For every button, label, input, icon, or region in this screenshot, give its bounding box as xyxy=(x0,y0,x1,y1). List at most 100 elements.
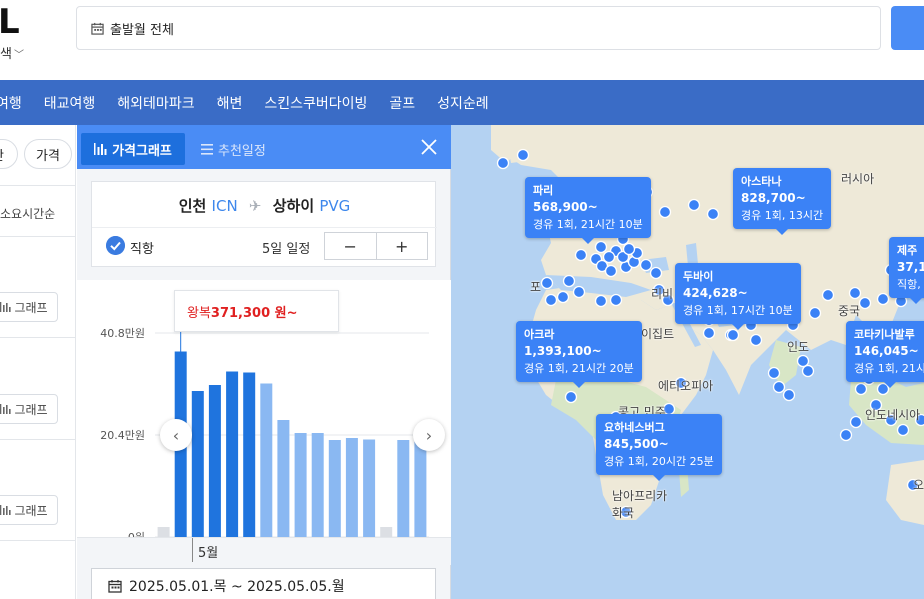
flight-destination-marker[interactable] xyxy=(839,428,853,442)
direct-flight-label[interactable]: 직항 xyxy=(130,238,154,257)
route-card: 인천 ICN ✈ 상하이 PVG 직항 5일 일정 − + xyxy=(91,181,437,267)
flight-destination-marker[interactable] xyxy=(649,266,663,280)
price-bar[interactable] xyxy=(294,433,307,537)
result-graph-button[interactable]: 그래프 xyxy=(0,495,58,525)
flight-destination-marker[interactable] xyxy=(496,156,510,170)
price-bar[interactable] xyxy=(345,438,358,537)
month-axis: 5월 xyxy=(77,537,451,565)
chevron-down-icon: ﹀ xyxy=(13,50,24,61)
map-label-australia: 오 xyxy=(913,478,924,492)
flight-destination-marker[interactable] xyxy=(594,240,608,254)
flight-destination-marker[interactable] xyxy=(821,288,835,302)
flight-destination-marker[interactable] xyxy=(706,207,720,221)
destination-bubble-astana[interactable]: 아스타나 828,700~ 경유 1회, 13시간 xyxy=(733,168,832,235)
flight-destination-marker[interactable] xyxy=(658,205,672,219)
flight-destination-marker[interactable] xyxy=(848,286,862,300)
nav-item-theme-park[interactable]: 해외테마파크 xyxy=(117,93,194,113)
flight-destination-marker[interactable] xyxy=(749,333,763,347)
flight-destination-marker[interactable] xyxy=(876,292,890,306)
flight-destination-marker[interactable] xyxy=(639,258,653,272)
price-bar[interactable] xyxy=(277,420,290,537)
nav-item-pilgrimage[interactable]: 성지순례 xyxy=(437,93,489,113)
result-graph-button[interactable]: 그래프 xyxy=(0,292,58,322)
direct-flight-checkbox[interactable] xyxy=(106,236,125,255)
flight-destination-marker[interactable] xyxy=(896,423,910,437)
destination-bubble-accra[interactable]: 아크라 1,393,100~ 경유 1회, 21시간 20분 xyxy=(516,321,642,388)
days-decrease-button[interactable]: − xyxy=(325,233,377,259)
month-tick xyxy=(192,538,193,562)
flight-destination-marker[interactable] xyxy=(767,366,781,380)
price-bar[interactable] xyxy=(208,385,221,537)
flight-destination-marker[interactable] xyxy=(702,326,716,340)
flight-destination-marker[interactable] xyxy=(556,290,570,304)
map-label-libya: 리비 xyxy=(651,287,674,301)
price-bar[interactable] xyxy=(191,391,204,537)
flight-destination-marker[interactable] xyxy=(516,148,530,162)
flight-destination-marker[interactable] xyxy=(854,382,868,396)
selected-date-range[interactable]: 2025.05.01.목 ~ 2025.05.05.월 xyxy=(91,568,436,599)
logo[interactable]: L xyxy=(0,2,20,42)
flight-destination-marker[interactable] xyxy=(808,306,822,320)
flight-destination-marker[interactable] xyxy=(782,388,796,402)
flight-destination-marker[interactable] xyxy=(858,296,872,310)
flight-destination-marker[interactable] xyxy=(604,264,618,278)
flight-destination-marker[interactable] xyxy=(726,328,740,342)
flight-destination-marker[interactable] xyxy=(609,293,623,307)
close-icon[interactable] xyxy=(419,137,439,157)
destination-bubble-dubai[interactable]: 두바이 424,628~ 경유 1회, 17시간 10분 xyxy=(675,263,801,330)
nav-item-beach[interactable]: 해변 xyxy=(217,93,243,113)
price-bar[interactable] xyxy=(397,440,410,537)
flight-destination-marker[interactable] xyxy=(801,364,815,378)
price-bar[interactable] xyxy=(380,527,393,537)
price-bar[interactable] xyxy=(363,439,376,538)
chart-next-button[interactable]: › xyxy=(413,419,445,451)
flight-destination-marker[interactable] xyxy=(622,242,636,256)
flight-destination-marker[interactable] xyxy=(540,276,554,290)
price-bar[interactable] xyxy=(157,527,170,537)
result-graph-button[interactable]: 그래프 xyxy=(0,394,58,424)
chart-prev-button[interactable]: ‹ xyxy=(160,419,192,451)
nav-item-golf[interactable]: 골프 xyxy=(389,93,415,113)
departure-month-filter[interactable]: 출발월 전체 xyxy=(76,6,881,50)
price-bar[interactable] xyxy=(414,439,427,537)
search-button[interactable] xyxy=(891,6,924,50)
nav-item-scuba-diving[interactable]: 스킨스쿠버다이빙 xyxy=(264,93,367,113)
sort-order-label[interactable]: 소요시간순 xyxy=(0,205,55,222)
price-bar[interactable] xyxy=(328,440,341,537)
bubble-price: 828,700~ xyxy=(741,191,806,205)
destination-bubble-johannesburg[interactable]: 요하네스버그 845,500~ 경유 1회, 20시간 25분 xyxy=(596,414,722,481)
flight-destination-marker[interactable] xyxy=(562,274,576,288)
nav-item-travel[interactable]: 여행 xyxy=(0,93,22,113)
tab-price-graph[interactable]: 가격그래프 xyxy=(81,133,185,165)
tab-recommended-itinerary[interactable]: 추천일정 xyxy=(201,133,266,165)
destination-bubble-kota-kinabalu[interactable]: 코타키나발루 146,045~ 경유 1회, 21시 xyxy=(846,321,924,388)
destination-map[interactable]: 러시아 중국 인도 이집트 에티오피아 콩고 민주 남아프리카 화국 인도네시아… xyxy=(451,125,924,599)
price-bar[interactable] xyxy=(260,383,273,538)
sort-price-pill[interactable]: 가격 xyxy=(24,139,72,169)
flight-destination-marker[interactable] xyxy=(796,354,810,368)
nav-item-prenatal-travel[interactable]: 태교여행 xyxy=(44,93,96,113)
flight-destination-marker[interactable] xyxy=(572,285,586,299)
price-bar[interactable] xyxy=(311,433,324,537)
flight-destination-marker[interactable] xyxy=(849,415,863,429)
sort-time-pill[interactable]: 간 xyxy=(0,139,18,169)
flight-destination-marker[interactable] xyxy=(687,198,701,212)
flight-destination-marker[interactable] xyxy=(544,293,558,307)
flight-destination-marker[interactable] xyxy=(574,248,588,262)
price-bar[interactable] xyxy=(243,372,256,538)
destination-bubble-paris[interactable]: 파리 568,900~ 경유 1회, 21시간 10분 xyxy=(525,177,651,244)
destination-bubble-jeju[interactable]: 제주 37,10 직항, xyxy=(889,237,924,304)
map-label-china: 중국 xyxy=(838,304,861,318)
trip-days-stepper: − + xyxy=(324,232,428,260)
bubble-info: 경유 1회, 21시 xyxy=(854,362,924,375)
bubble-city: 파리 xyxy=(533,184,554,197)
bubble-price: 845,500~ xyxy=(604,437,669,451)
flight-destination-marker[interactable] xyxy=(602,250,616,264)
days-increase-button[interactable]: + xyxy=(377,233,428,259)
flight-destination-marker[interactable] xyxy=(564,390,578,404)
price-bar[interactable] xyxy=(226,371,239,538)
bubble-city: 코타키나발루 xyxy=(854,328,915,341)
flight-destination-marker[interactable] xyxy=(772,380,786,394)
flight-destination-marker[interactable] xyxy=(594,294,608,308)
search-type-dropdown[interactable]: 색 ﹀ xyxy=(0,43,24,62)
